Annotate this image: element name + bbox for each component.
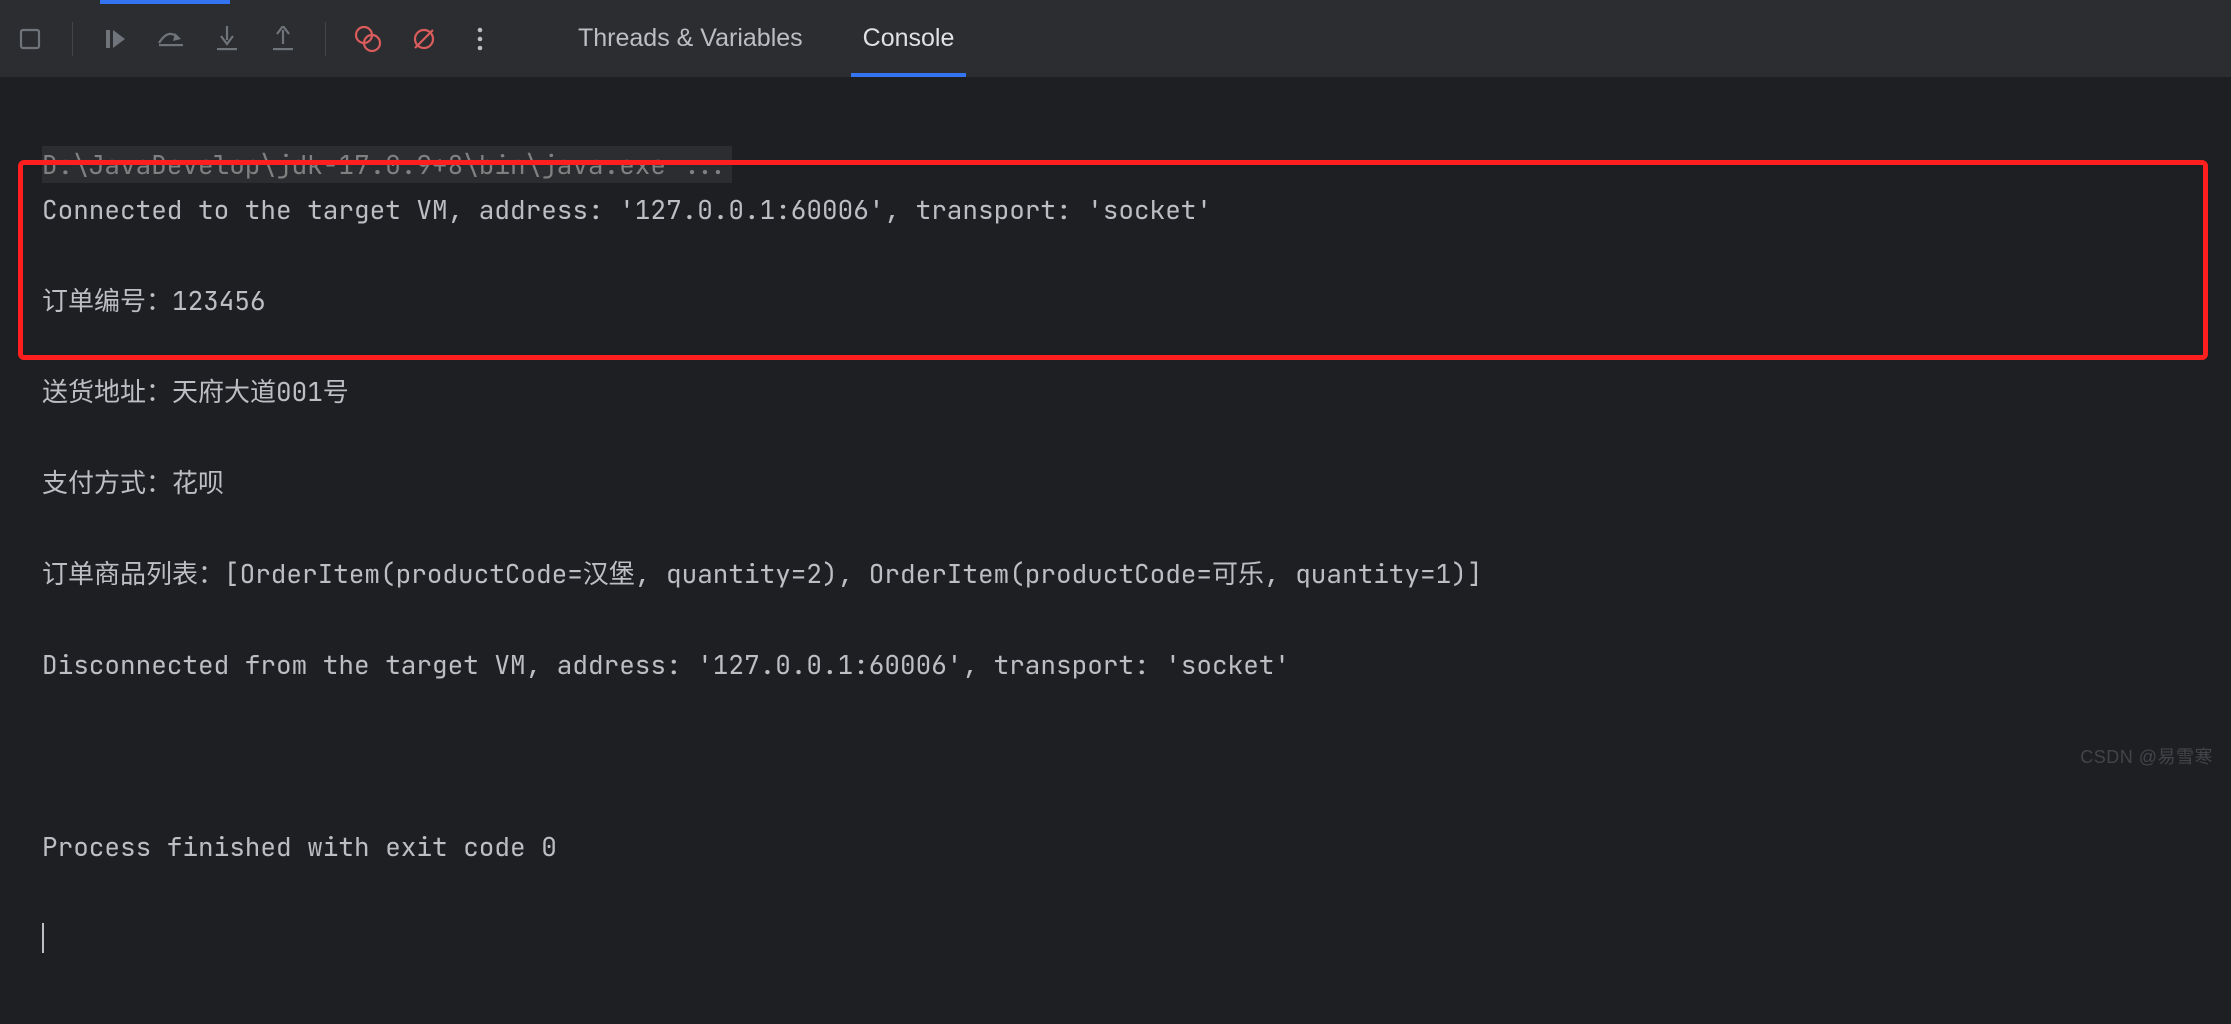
console-output[interactable]: D:\JavaDevelop\jdk-17.0.9+8\bin\java.exe…: [0, 78, 2231, 1024]
tab-console[interactable]: Console: [833, 0, 985, 77]
step-into-icon: [216, 26, 238, 52]
console-caret-line: [42, 915, 2207, 961]
toolbar-separator: [72, 22, 73, 56]
console-line: 支付方式：花呗: [42, 460, 2207, 506]
resume-icon: [103, 27, 127, 51]
view-breakpoints-button[interactable]: [344, 15, 392, 63]
step-over-icon: [157, 29, 185, 49]
console-line: 订单编号：123456: [42, 278, 2207, 324]
more-vertical-icon: [477, 27, 483, 51]
console-line: Connected to the target VM, address: '12…: [42, 187, 2207, 233]
more-actions-button[interactable]: [456, 15, 504, 63]
toolbar-left-group: [0, 15, 508, 63]
stop-button[interactable]: [6, 15, 54, 63]
command-line: D:\JavaDevelop\jdk-17.0.9+8\bin\java.exe…: [42, 146, 732, 183]
top-accent-bar: [100, 0, 230, 4]
toolbar-separator: [325, 22, 326, 56]
tab-label: Threads & Variables: [578, 24, 803, 53]
console-line: [42, 733, 2207, 779]
step-out-icon: [272, 26, 294, 52]
resume-button[interactable]: [91, 15, 139, 63]
debug-tabs: Threads & Variables Console: [548, 0, 984, 77]
step-over-button[interactable]: [147, 15, 195, 63]
text-caret: [42, 923, 44, 953]
step-out-button[interactable]: [259, 15, 307, 63]
console-line: 订单商品列表：[OrderItem(productCode=汉堡, quanti…: [42, 551, 2207, 597]
tab-label: Console: [863, 24, 955, 53]
console-line: Process finished with exit code 0: [42, 824, 2207, 870]
console-line: 送货地址：天府大道001号: [42, 369, 2207, 415]
stop-icon: [19, 28, 41, 50]
mute-breakpoints-button[interactable]: [400, 15, 448, 63]
step-into-button[interactable]: [203, 15, 251, 63]
console-line: Disconnected from the target VM, address…: [42, 642, 2207, 688]
mute-breakpoints-icon: [410, 25, 438, 53]
debug-toolbar: Threads & Variables Console: [0, 0, 2231, 78]
watermark: CSDN @易雪寒: [2080, 743, 2213, 769]
tab-threads-variables[interactable]: Threads & Variables: [548, 0, 833, 77]
breakpoints-icon: [354, 25, 382, 53]
